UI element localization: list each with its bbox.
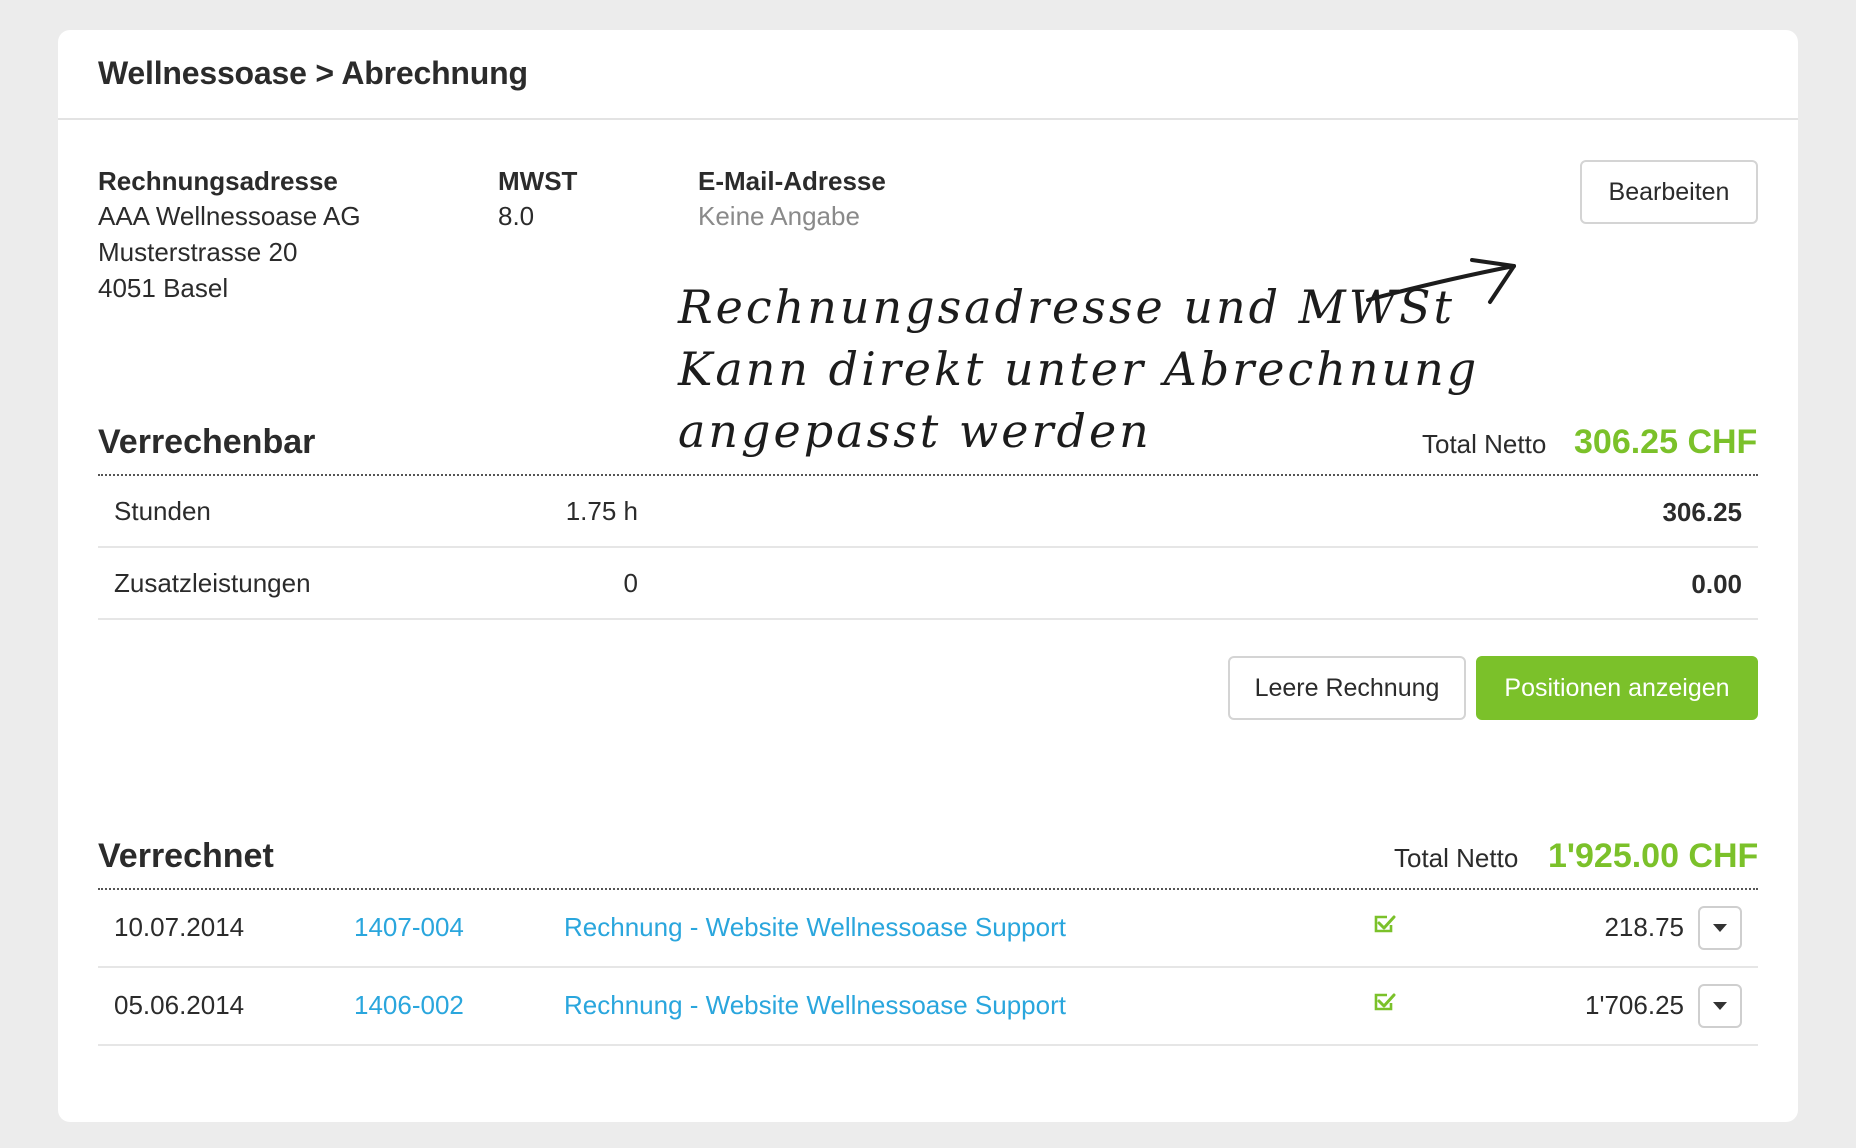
billed-divider — [98, 888, 1758, 890]
billable-row-label: Zusatzleistungen — [114, 568, 311, 598]
email-label: E-Mail-Adresse — [698, 166, 886, 196]
billing-address-label: Rechnungsadresse — [98, 166, 338, 196]
billing-address-line-2: Musterstrasse 20 — [98, 237, 298, 267]
billable-row-qty: 0 — [623, 568, 638, 598]
billable-row-label: Stunden — [114, 496, 211, 526]
billing-address-line-3: 4051 Basel — [98, 273, 229, 303]
billable-total-label: Total Netto — [1422, 429, 1547, 459]
row-divider — [98, 966, 1758, 968]
caret-down-icon — [1713, 924, 1727, 932]
annotation-line-2: Kann direkt unter Abrechnung — [678, 342, 1480, 396]
caret-down-icon — [1713, 1002, 1727, 1010]
email-value: Keine Angabe — [698, 201, 860, 231]
billable-title: Verrechenbar — [98, 423, 316, 461]
empty-invoice-button[interactable]: Leere Rechnung — [1228, 656, 1466, 720]
check-square-icon — [1374, 915, 1396, 933]
vat-value: 8.0 — [498, 201, 535, 231]
invoice-amount: 1'706.25 — [1585, 990, 1684, 1020]
check-square-icon — [1374, 993, 1396, 1011]
row-divider — [98, 1044, 1758, 1046]
billed-total-value: 1'925.00 CHF — [1548, 837, 1759, 875]
invoice-date: 10.07.2014 — [114, 912, 245, 942]
row-menu-button[interactable] — [1698, 906, 1742, 950]
annotation-note: Rechnungsadresse und MWSt Kann direkt un… — [678, 276, 1479, 462]
invoice-title-link[interactable]: Rechnung - Website Wellnessoase Support — [564, 990, 1066, 1021]
card-header: Wellnessoase > Abrechnung — [58, 30, 1798, 120]
invoice-number-link[interactable]: 1406-002 — [354, 990, 464, 1021]
invoice-title-link[interactable]: Rechnung - Website Wellnessoase Support — [564, 912, 1066, 943]
billable-row-qty: 1.75 h — [565, 496, 638, 526]
annotation-line-3: angepasst werden — [678, 404, 1152, 458]
row-menu-button[interactable] — [1698, 984, 1742, 1028]
row-divider — [98, 618, 1758, 620]
billable-divider — [98, 474, 1758, 476]
billed-total-label: Total Netto — [1394, 843, 1519, 873]
invoice-number-link[interactable]: 1407-004 — [354, 912, 464, 943]
billable-row-amount: 306.25 — [1662, 497, 1742, 527]
breadcrumb: Wellnessoase > Abrechnung — [98, 55, 528, 91]
invoice-date: 05.06.2014 — [114, 990, 245, 1020]
billing-address-line-1: AAA Wellnessoase AG — [98, 201, 361, 231]
billing-card: Wellnessoase > Abrechnung Rechnungsadres… — [58, 30, 1798, 1122]
billable-row-amount: 0.00 — [1691, 569, 1742, 599]
show-positions-button[interactable]: Positionen anzeigen — [1476, 656, 1758, 720]
row-divider — [98, 546, 1758, 548]
billed-title: Verrechnet — [98, 837, 274, 875]
billable-total-value: 306.25 CHF — [1574, 423, 1758, 461]
edit-button[interactable]: Bearbeiten — [1580, 160, 1758, 224]
arrow-icon — [1366, 258, 1516, 304]
invoice-amount: 218.75 — [1604, 912, 1684, 942]
vat-label: MWST — [498, 166, 578, 196]
annotation-line-1: Rechnungsadresse und MWSt — [678, 280, 1456, 334]
